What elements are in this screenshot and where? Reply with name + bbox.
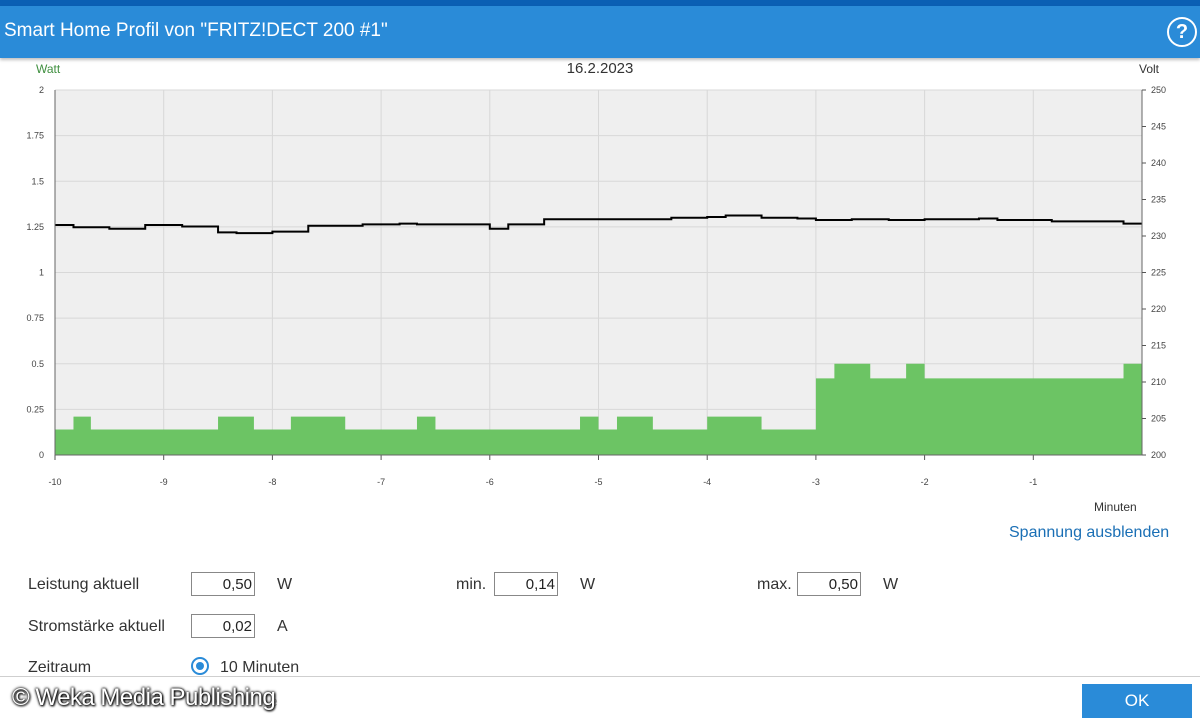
footer-divider [0,676,1200,677]
hide-voltage-link[interactable]: Spannung ausblenden [1009,524,1169,542]
current-unit: A [277,618,288,635]
right-tick-label: 225 [1151,268,1166,278]
y-tick-label: 0 [39,450,44,460]
power-max-field[interactable]: 0,50 [797,572,861,596]
x-tick-label: -3 [812,477,820,487]
copyright-watermark: © Weka Media Publishing [12,684,276,711]
right-tick-label: 215 [1151,341,1166,351]
y-tick-label: 0.75 [26,313,44,323]
dialog-title: Smart Home Profil von "FRITZ!DECT 200 #1… [4,20,388,41]
power-min-label: min. [456,576,487,593]
ok-button[interactable]: OK [1082,684,1192,718]
chart-right-axis-label: Volt [1139,62,1160,76]
radio-selected-dot [196,662,204,670]
power-current-label: Leistung aktuell [28,576,140,593]
power-max-label: max. [757,576,792,593]
period-10min-radio[interactable] [191,657,209,675]
chart-left-axis-label: Watt [36,62,61,76]
chart-title: 16.2.2023 [566,60,634,77]
power-current-field[interactable]: 0,50 [191,572,255,596]
y-tick-label: 1 [39,268,44,278]
right-tick-label: 200 [1151,450,1166,460]
y-tick-label: 1.25 [26,222,44,232]
power-min-field[interactable]: 0,14 [494,572,558,596]
x-tick-label: -9 [160,477,168,487]
dialog-title-bar: Smart Home Profil von "FRITZ!DECT 200 #1… [0,6,1200,58]
power-voltage-chart: -10 -9 -8 -7 -6 -5 -4 -3 -2 -100.250.50.7511.251.… [26,85,1166,487]
x-tick-label: -6 [486,477,494,487]
y-tick-label: 1.5 [31,176,44,186]
chart-x-axis-label: Minuten [1094,500,1137,514]
period-10min-label[interactable]: 10 Minuten [220,659,299,677]
x-tick-label: -2 [921,477,929,487]
right-tick-label: 210 [1151,377,1166,387]
y-tick-label: 0.25 [26,404,44,414]
x-tick-label: -7 [377,477,385,487]
right-tick-label: 250 [1151,85,1166,95]
y-tick-label: 2 [39,85,44,95]
right-tick-label: 245 [1151,122,1166,132]
x-tick-label: -1 [1029,477,1037,487]
right-tick-label: 240 [1151,158,1166,168]
current-label: Stromstärke aktuell [28,618,165,635]
right-tick-label: 235 [1151,195,1166,205]
right-tick-label: 220 [1151,304,1166,314]
y-tick-label: 1.75 [26,131,44,141]
x-tick-label: -4 [703,477,711,487]
current-field[interactable]: 0,02 [191,614,255,638]
period-label: Zeitraum [28,659,92,676]
x-tick-label: -8 [268,477,276,487]
right-tick-label: 230 [1151,231,1166,241]
y-tick-label: 0.5 [31,359,44,369]
right-tick-label: 205 [1151,414,1166,424]
x-tick-label: -5 [594,477,602,487]
x-tick-label: -10 [48,477,61,487]
help-icon[interactable]: ? [1167,17,1197,47]
power-max-unit: W [883,576,899,593]
power-min-unit: W [580,576,596,593]
power-current-unit: W [277,576,293,593]
